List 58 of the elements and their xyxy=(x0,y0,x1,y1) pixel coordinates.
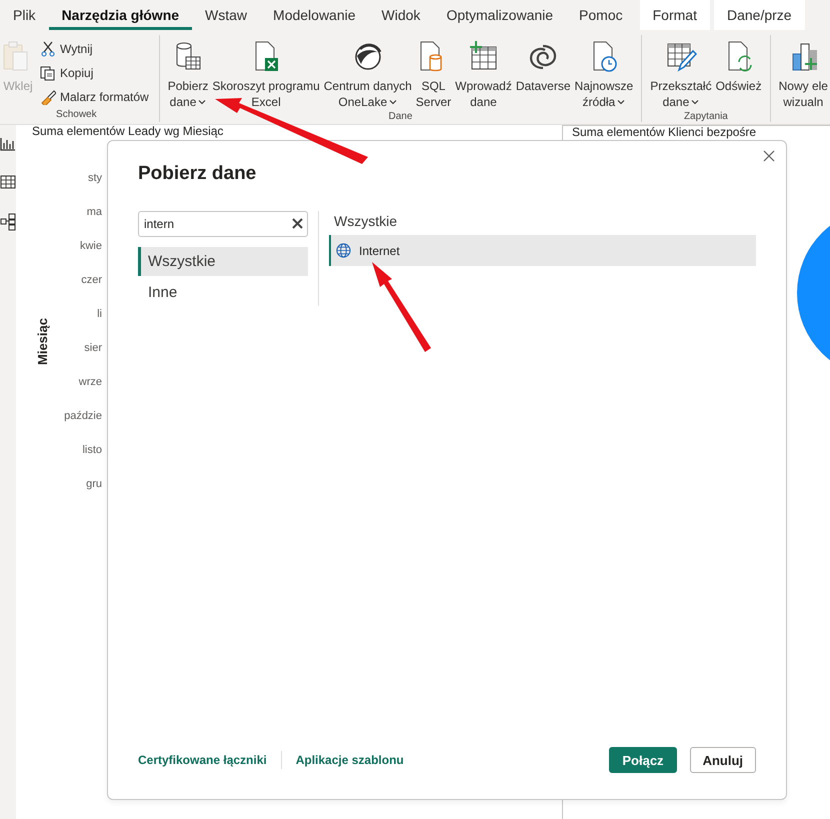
visual-title: Suma elementów Klienci bezpośre xyxy=(572,126,758,138)
model-icon[interactable] xyxy=(0,213,16,231)
dialog-title: Pobierz dane xyxy=(138,162,258,186)
bar-chart-icon[interactable] xyxy=(0,137,16,151)
menu-tab[interactable]: Optymalizowanie xyxy=(433,0,566,30)
menu-tab[interactable]: Pomoc xyxy=(566,0,636,30)
menu-tab[interactable]: Widok xyxy=(368,0,434,30)
ribbon-button[interactable]: Dataverse xyxy=(514,35,573,94)
axis-label: kwie xyxy=(80,239,102,254)
menu-tab[interactable]: Narzędzia główne xyxy=(48,0,192,30)
axis-label: wrze xyxy=(78,375,102,390)
ribbon-button[interactable]: Najnowsze źródła xyxy=(572,35,636,110)
copy-icon xyxy=(40,64,56,80)
close-icon xyxy=(292,218,303,229)
close-icon xyxy=(763,150,775,162)
axis-label: czer xyxy=(81,273,102,288)
section-heading: Wszystkie xyxy=(333,212,398,231)
ribbon-button[interactable]: Wytnij xyxy=(36,37,153,60)
axis-label: listo xyxy=(82,443,102,458)
cancel-button[interactable]: Anuluj xyxy=(690,747,756,773)
visual-title: Suma elementów Leady wg Miesiąc xyxy=(32,125,224,137)
axis-label: gru xyxy=(86,477,102,492)
scissors-icon xyxy=(40,40,56,56)
search-field[interactable]: intern xyxy=(138,211,308,237)
menu-tab[interactable]: Plik xyxy=(0,0,49,30)
group-label: Zapytania xyxy=(682,110,729,124)
ribbon-button[interactable]: SQL Server xyxy=(414,35,454,110)
brush-icon xyxy=(40,88,56,104)
menu-tab[interactable]: Wstaw xyxy=(192,0,260,30)
group-label: Dane xyxy=(388,110,414,124)
globe-icon xyxy=(336,243,351,258)
category-item[interactable]: Inne xyxy=(138,278,308,307)
footer-link[interactable]: Aplikacje szablonu xyxy=(296,753,404,767)
ribbon-button[interactable]: Pobierz dane xyxy=(166,35,210,110)
clear-button[interactable] xyxy=(292,218,303,229)
footer-link[interactable]: Certyfikowane łączniki xyxy=(138,753,267,767)
category-item[interactable]: Wszystkie xyxy=(138,247,308,276)
axis-label: sty xyxy=(88,171,102,186)
menu-tab[interactable]: Modelowanie xyxy=(260,0,369,30)
menu-tab[interactable]: Format xyxy=(640,0,710,30)
axis-label: ma xyxy=(86,205,102,220)
ribbon-button[interactable]: Odśwież xyxy=(714,35,764,94)
connector-item[interactable]: Internet xyxy=(329,235,756,266)
connect-button[interactable]: Połącz xyxy=(609,747,677,773)
table-icon[interactable] xyxy=(0,175,16,189)
menu-tab[interactable]: Dane/prze xyxy=(714,0,805,30)
ribbon-button[interactable]: Malarz formatów xyxy=(36,85,153,108)
ribbon-button[interactable]: Przekształć dane xyxy=(648,35,714,110)
axis-label: li xyxy=(97,307,102,322)
axis-label: sier xyxy=(84,341,102,356)
axis-label: paździe xyxy=(64,409,102,424)
ribbon-button[interactable]: Wprowadź dane xyxy=(453,35,514,110)
ribbon-button[interactable]: Kopiuj xyxy=(36,61,153,84)
axis-title: Miesiąc xyxy=(34,318,50,364)
group-label: Schowek xyxy=(55,108,98,122)
ribbon-button[interactable]: Nowy ele wizualn xyxy=(776,35,830,110)
connector-label: Internet xyxy=(359,244,400,258)
ribbon-button[interactable]: Centrum danych OneLake xyxy=(322,35,414,110)
